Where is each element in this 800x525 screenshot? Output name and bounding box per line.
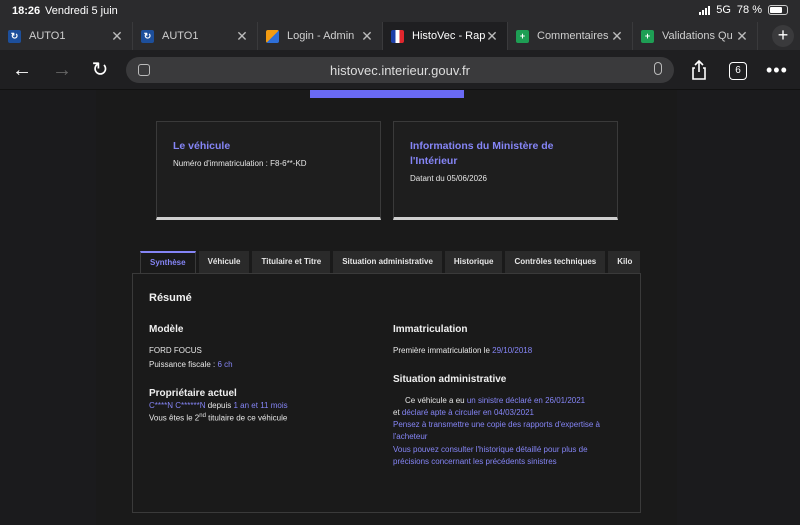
summary-panel: Résumé Modèle FORD FOCUS Puissance fisca… (132, 273, 641, 513)
battery-label: 78 % (736, 4, 762, 16)
ministry-card-title: Informations du Ministère de l'Intérieur (410, 140, 554, 167)
browser-tab-label: AUTO1 (162, 30, 199, 42)
browser-tab-label: HistoVec - Rap (412, 30, 485, 42)
sheet-icon: + (516, 29, 529, 43)
browser-tab-label: Login - Admin (287, 30, 355, 42)
signal-icon (699, 5, 711, 15)
url-text: histovec.interieur.gouv.fr (330, 63, 470, 78)
browser-tab-bar: ↻ AUTO1 ✕ ↻ AUTO1 ✕ Login - Admin ✕ Hist… (0, 22, 800, 50)
fiscal-power: Puissance fiscale : 6 ch (149, 360, 233, 369)
status-time: 18:26 (12, 5, 41, 17)
share-icon[interactable] (690, 59, 708, 81)
ministry-card: Informations du Ministère de l'Intérieur… (393, 121, 618, 220)
fiscal-power-value: 6 ch (217, 360, 233, 369)
close-icon[interactable]: ✕ (110, 28, 124, 45)
forward-button[interactable]: → (51, 59, 73, 81)
admin-line1-prefix: Ce véhicule a eu (405, 396, 467, 405)
admin-heading: Situation administrative (393, 374, 507, 385)
status-indicators: 5G 78 % (699, 4, 788, 16)
owner-rank-suffix: titulaire de ce véhicule (205, 413, 288, 423)
model-heading: Modèle (149, 324, 184, 335)
owner-heading: Propriétaire actuel (149, 388, 237, 399)
auto1-icon: ↻ (8, 29, 21, 43)
reload-button[interactable]: ↻ (89, 59, 111, 81)
login-icon (266, 29, 279, 43)
close-icon[interactable]: ✕ (610, 28, 624, 45)
status-bar: 18:26 Vendredi 5 juin 5G 78 % (0, 0, 800, 22)
summary-title: Résumé (149, 292, 192, 304)
address-bar[interactable]: histovec.interieur.gouv.fr (126, 57, 674, 83)
owner-name: C****N C******N (149, 401, 206, 410)
sheet-icon: + (641, 29, 654, 43)
tab-situation-administrative[interactable]: Situation administrative (333, 251, 442, 273)
browser-tab-auto1-second[interactable]: ↻ AUTO1 ✕ (133, 22, 258, 50)
admin-line2-prefix: et (393, 408, 402, 417)
report-tabs: Synthèse Véhicule Titulaire et Titre Sit… (140, 251, 640, 273)
admin-line2: et déclaré apte à circuler en 04/03/2021 (393, 408, 534, 417)
expertise-notice-line1[interactable]: Pensez à transmettre une copie des rappo… (393, 420, 600, 429)
vehicle-card: Le véhicule Numéro d'immatriculation : F… (156, 121, 381, 220)
back-button[interactable]: ← (11, 59, 33, 81)
expertise-notice-line2[interactable]: l'acheteur (393, 432, 427, 441)
network-label: 5G (716, 4, 731, 16)
tab-vehicule[interactable]: Véhicule (198, 251, 250, 273)
browser-tab-label: AUTO1 (29, 30, 66, 42)
tab-historique[interactable]: Historique (444, 251, 503, 273)
browser-tab-validations[interactable]: + Validations Qu ✕ (633, 22, 758, 50)
browser-tab-label: Commentaires (537, 30, 609, 42)
history-notice-line2[interactable]: précisions concernant les précédents sin… (393, 457, 557, 466)
vehicle-card-title: Le véhicule (173, 140, 231, 152)
owner-line: C****N C******N depuis 1 an et 11 mois (149, 401, 288, 410)
auto1-icon: ↻ (141, 29, 154, 43)
browser-tab-label: Validations Qu (662, 30, 733, 42)
browser-tab-auto1[interactable]: ↻ AUTO1 ✕ (0, 22, 133, 50)
apte-link[interactable]: déclaré apte à circuler en 04/03/2021 (402, 408, 534, 417)
owner-rank-sup: nd (199, 413, 206, 419)
page-content: Le véhicule Numéro d'immatriculation : F… (96, 90, 677, 525)
first-registration-label: Première immatriculation le (393, 346, 493, 355)
first-registration: Première immatriculation le 29/10/2018 (393, 346, 532, 355)
history-notice-line1[interactable]: Vous pouvez consulter l'historique détai… (393, 445, 588, 454)
model-value: FORD FOCUS (149, 346, 202, 355)
report-button[interactable] (310, 90, 464, 98)
tab-titulaire[interactable]: Titulaire et Titre (252, 251, 331, 273)
close-icon[interactable]: ✕ (485, 28, 499, 45)
more-menu-icon[interactable]: ••• (766, 60, 788, 81)
close-icon[interactable]: ✕ (235, 28, 249, 45)
tab-controles-techniques[interactable]: Contrôles techniques (505, 251, 606, 273)
browser-tab-histovec[interactable]: HistoVec - Rap ✕ (383, 22, 508, 50)
owner-since-value: 1 an et 11 mois (233, 401, 288, 410)
close-icon[interactable]: ✕ (735, 28, 749, 45)
browser-tab-login[interactable]: Login - Admin ✕ (258, 22, 383, 50)
fiscal-power-label: Puissance fiscale : (149, 360, 218, 369)
owner-rank-prefix: Vous êtes le 2 (149, 413, 200, 423)
tab-count-button[interactable]: 6 (729, 62, 747, 80)
ministry-card-date: Datant du 05/06/2026 (410, 174, 487, 183)
new-tab-button[interactable]: + (772, 25, 794, 47)
first-registration-date: 29/10/2018 (492, 346, 533, 355)
close-icon[interactable]: ✕ (360, 28, 374, 45)
browser-tab-commentaires[interactable]: + Commentaires ✕ (508, 22, 633, 50)
tab-synthese[interactable]: Synthèse (140, 251, 196, 273)
tab-kilometrage[interactable]: Kilo (608, 251, 640, 273)
owner-rank: Vous êtes le 2nd titulaire de ce véhicul… (149, 413, 287, 423)
microphone-icon[interactable] (654, 62, 662, 75)
histovec-icon (391, 29, 404, 43)
battery-icon (768, 5, 788, 15)
owner-since-label: depuis (205, 401, 234, 410)
browser-toolbar: ← → ↻ histovec.interieur.gouv.fr 6 ••• (0, 50, 800, 90)
sinistre-link[interactable]: un sinistre déclaré en 26/01/2021 (467, 396, 585, 405)
status-date: Vendredi 5 juin (45, 5, 118, 17)
admin-line1: Ce véhicule a eu un sinistre déclaré en … (405, 396, 585, 405)
registration-heading: Immatriculation (393, 324, 468, 335)
registration-number: Numéro d'immatriculation : F8-6**-KD (173, 159, 307, 168)
